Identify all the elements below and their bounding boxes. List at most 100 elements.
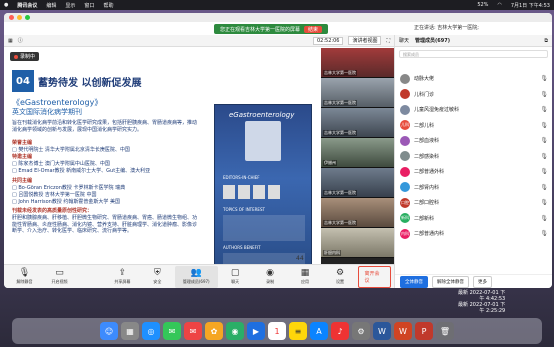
video-tile[interactable]: 吉林大学第一医院 [321,78,394,108]
menu-bar: ● 腾讯会议 编辑 显示 窗口 帮助 52% ◠ 7月1日 下午4:53 [0,0,554,10]
video-tile[interactable]: 伊腊州 [321,138,394,168]
record-button[interactable]: ◉ 录制 [253,266,288,288]
video-tile[interactable]: 吉林大学第一医院 [321,48,394,78]
meeting-window: 您正在观看吉林大学第一医院的屏幕 结束 正在讲话: 吉林大学第一医院; ▦ ⓘ … [4,13,552,288]
avatar: 内科 [400,228,410,239]
apple-icon[interactable]: ● [4,2,8,8]
tab-members[interactable]: 管理成员(697) [415,37,450,44]
finder-icon[interactable]: ☺ [100,322,118,340]
journal-subtitle: 英文国际消化病学期刊 [12,108,82,116]
member-row[interactable]: 儿科 二部儿科 🎙 [395,118,552,134]
avatar [400,151,410,162]
leave-meeting-button[interactable]: 离开会议 [357,265,391,288]
mail-icon[interactable]: ✉ [184,322,202,340]
video-tile[interactable]: 吉林大学第一医院 [321,108,394,138]
settings-button[interactable]: ⚙ 设置 [323,266,358,288]
shared-slide: 录制中 04 蓄势待发 以创新促发展 《eGastroenterology》 英… [4,48,321,288]
member-name: 二部儿科 [414,122,435,129]
members-panel: 聊天 管理成员(697) ⧉ 搜索成员 动脉大佬 🎙 儿科门诊 🎙 儿童风湿免疫过敏… [394,35,552,288]
wechat-icon[interactable]: ◉ [226,322,244,340]
control-label: 共享屏幕 [114,278,131,284]
close-window-icon[interactable] [9,15,14,20]
mic-muted-icon: 🎙 [540,183,548,191]
launchpad-icon[interactable]: ▦ [121,322,139,340]
popout-icon[interactable]: ⧉ [544,38,548,44]
info-icon[interactable]: ⓘ [18,37,23,44]
wifi-icon[interactable]: ◠ [497,2,501,8]
member-row[interactable]: 二部血液科 🎙 [395,133,552,149]
appstore-icon[interactable]: A [310,322,328,340]
window-titlebar [4,13,552,22]
avatar [400,73,410,84]
gear-icon: ⚙ [335,267,345,278]
slide-line: 肝胆和胰腺疾病、肝移植、肝胆微生物研究、胃肠道疾病、胃癌、肠道微生物组、功能性胃… [12,215,198,234]
manage-members-button[interactable]: 👥 管理成员(697) [174,265,218,288]
powerpoint-icon[interactable]: P [415,322,433,340]
unmute-all-button[interactable]: 解除全体静音 [432,275,469,288]
member-name: 儿科门诊 [414,91,435,98]
unmute-button[interactable]: 🎙 解除静音 [7,266,42,288]
maximize-window-icon[interactable] [25,15,30,20]
calendar-icon[interactable]: 1 [268,322,286,340]
trash-icon[interactable]: 🗑 [436,322,454,340]
word-icon[interactable]: W [373,322,391,340]
member-row[interactable]: 儿科门诊 🎙 [395,87,552,103]
battery-text[interactable]: 52% [477,2,488,8]
member-row[interactable]: 口腔 二部口腔科 🎙 [395,195,552,211]
menu-item-help[interactable]: 帮助 [103,2,113,9]
stop-viewing-button[interactable]: 结束 [304,25,323,33]
security-button[interactable]: ⛨ 安全 [140,266,175,288]
member-search-input[interactable]: 搜索成员 [399,50,548,58]
member-row[interactable]: 二部普通外科 🎙 [395,164,552,180]
member-list: 动脉大佬 🎙 儿科门诊 🎙 儿童风湿免疫过敏科 🎙 儿科 二部儿科 🎙 二部血液科 🎙 二部… [395,71,552,242]
tencent-meeting-icon[interactable]: ▶ [247,322,265,340]
slide-line: □ Bo-Göran Ericzon教授 卡罗林斯卡医学院 瑞典 [12,185,126,191]
member-row[interactable]: 新科 二部新科 🎙 [395,211,552,227]
music-icon[interactable]: ♪ [331,322,349,340]
wps-icon[interactable]: W [394,322,412,340]
video-tile[interactable]: 吉林大学第一医院 [321,198,394,228]
share-screen-button[interactable]: ⇪ 共享屏幕 [105,266,140,288]
fullscreen-icon[interactable]: ⛶ [386,38,390,44]
control-label: 设置 [336,278,345,284]
record-icon: ◉ [266,267,274,278]
video-label: 吉林大学第一医院 [323,70,357,76]
panel-footer: 全体静音 解除全体静音 更多 [395,274,552,288]
video-label: 吉林大学第一医院 [323,100,357,106]
safari-icon[interactable]: ◎ [142,322,160,340]
menu-item-edit[interactable]: 编辑 [46,2,56,9]
grid-icon[interactable]: ▦ [8,38,13,44]
photos-icon[interactable]: ✿ [205,322,223,340]
tab-chat[interactable]: 聊天 [399,37,409,44]
cover-title: eGastroenterology [229,111,295,119]
start-video-button[interactable]: ▭ 开启视频 [42,266,77,288]
member-row[interactable]: 内科 二部普通内科 🎙 [395,226,552,242]
menu-app-name[interactable]: 腾讯会议 [17,2,37,9]
video-tile[interactable]: 肝胆内科 [321,228,394,258]
video-label: 吉林大学第一医院 [323,130,357,136]
control-label: 管理成员(697) [182,278,210,284]
apps-button[interactable]: ▦ 应用 [288,266,323,288]
mute-all-button[interactable]: 全体静音 [400,275,428,288]
mic-muted-icon: 🎙 [540,121,548,129]
menu-item-window[interactable]: 窗口 [84,2,94,9]
video-label: 伊腊州 [323,160,337,166]
member-row[interactable]: 儿童风湿免疫过敏科 🎙 [395,102,552,118]
speaker-view-button[interactable]: 演讲者视图 [348,36,382,45]
settings-icon[interactable]: ⚙ [352,322,370,340]
menu-item-view[interactable]: 显示 [65,2,75,9]
clock-text[interactable]: 7月1日 下午4:53 [511,2,550,9]
avatar: 新科 [400,213,410,224]
member-row[interactable]: 二部感染科 🎙 [395,149,552,165]
member-row[interactable]: 二部肾内科 🎙 [395,180,552,196]
chat-button[interactable]: ▢ 聊天 [218,266,253,288]
member-row[interactable]: 动脉大佬 🎙 [395,71,552,87]
more-button[interactable]: 更多 [473,275,492,288]
video-tile[interactable]: 吉林大学第一医院 [321,168,394,198]
view-toolbar: ▦ ⓘ 02:52:06 演讲者视图 ⛶ [4,35,394,47]
timestamp-overlay: 最新 2022-07-01 下 午 4:42:53 最新 2022-07-01 … [458,290,505,314]
journal-name: 《eGastroenterology》 [12,98,103,107]
minimize-window-icon[interactable] [17,15,22,20]
messages-icon[interactable]: ✉ [163,322,181,340]
notes-icon[interactable]: ≡ [289,322,307,340]
